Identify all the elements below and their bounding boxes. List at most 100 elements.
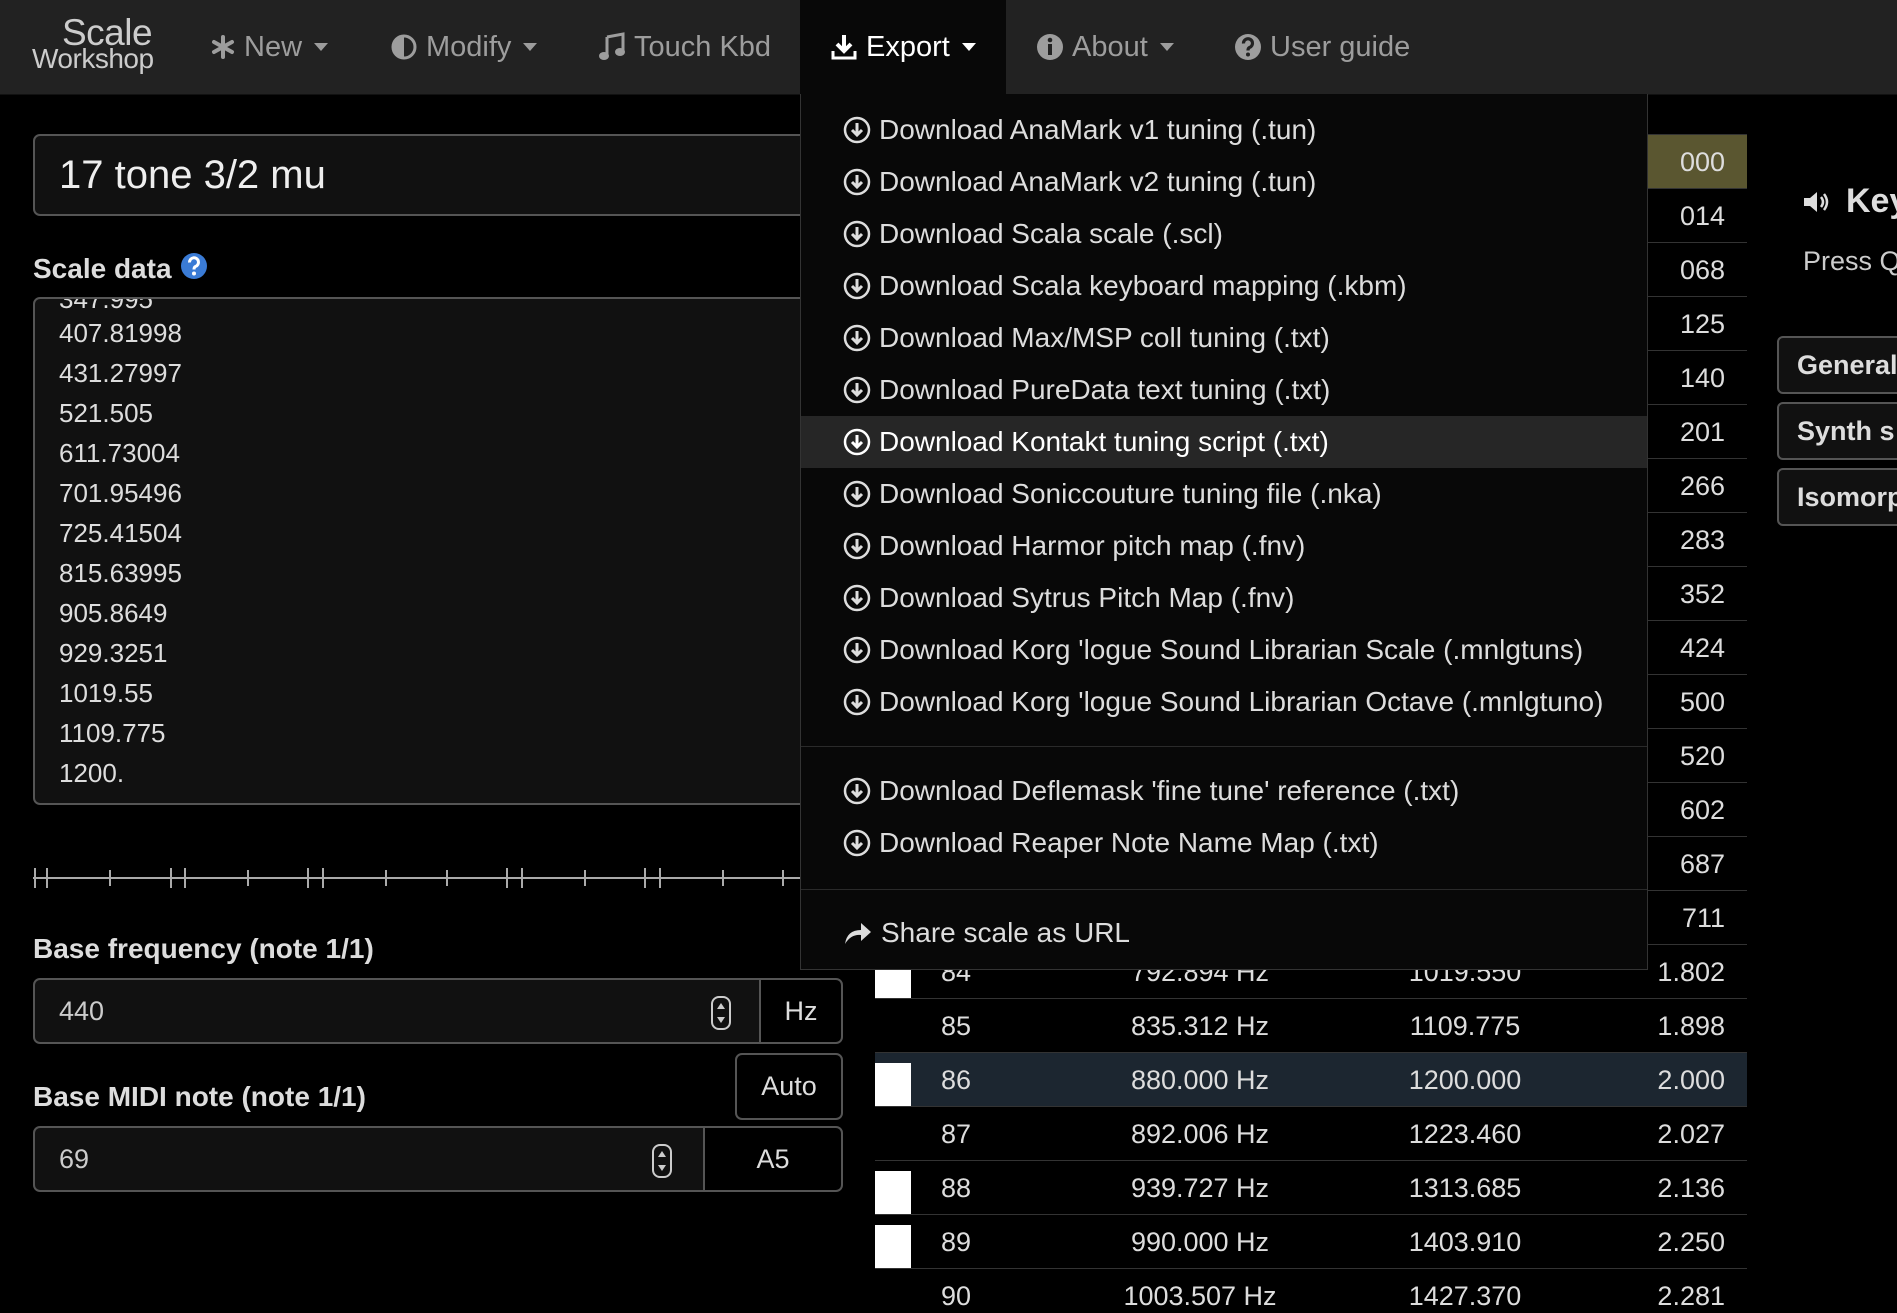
caret-down-icon <box>961 43 976 51</box>
menu-item-label: Download Sytrus Pitch Map (.fnv) <box>879 582 1295 613</box>
adjust-icon <box>391 34 417 60</box>
piano-key-black[interactable] <box>875 1279 911 1313</box>
freq-cell: 1003.507 Hz <box>1123 1281 1277 1311</box>
scale-name-input[interactable] <box>33 134 853 216</box>
download-circle-icon <box>843 688 871 716</box>
volume-icon <box>1804 191 1829 212</box>
menu-item-reaper[interactable]: Download Reaper Note Name Map (.txt) <box>801 817 1647 869</box>
piano-key-black[interactable] <box>875 1117 911 1161</box>
freq-cell: 990.000 Hz <box>1130 1227 1270 1257</box>
frequency-unit: Hz <box>759 978 843 1044</box>
nav-touch-kbd[interactable]: Touch Kbd <box>598 0 771 94</box>
note-cell: 86 <box>941 1065 972 1095</box>
scale-data-line: 407.81998 <box>59 318 182 348</box>
menu-item-soniccouture[interactable]: Download Soniccouture tuning file (.nka) <box>801 468 1647 520</box>
menu-item-anamark-v2[interactable]: Download AnaMark v2 tuning (.tun) <box>801 156 1647 208</box>
menu-item-label: Download Reaper Note Name Map (.txt) <box>879 827 1379 858</box>
piano-key-white[interactable] <box>875 1171 911 1215</box>
download-icon <box>831 35 857 60</box>
download-circle-icon <box>843 532 871 560</box>
cents-cell: 1313.685 <box>1408 1173 1522 1203</box>
menu-item-kontakt[interactable]: Download Kontakt tuning script (.txt) <box>801 416 1647 468</box>
menu-item-anamark-v1[interactable]: Download AnaMark v1 tuning (.tun) <box>801 104 1647 156</box>
menu-divider <box>801 746 1647 747</box>
menu-item-deflemask[interactable]: Download Deflemask 'fine tune' reference… <box>801 765 1647 817</box>
scale-data-line: 431.27997 <box>59 358 182 388</box>
scale-data-line: 1019.55 <box>59 678 153 708</box>
download-circle-icon <box>843 376 871 404</box>
download-circle-icon <box>843 324 871 352</box>
export-dropdown-menu: Download AnaMark v1 tuning (.tun) Downlo… <box>800 94 1648 970</box>
scale-data-line: 815.63995 <box>59 558 182 588</box>
menu-item-share-url[interactable]: Share scale as URL <box>801 907 1647 959</box>
caret-down-icon <box>314 43 329 51</box>
nav-about[interactable]: About <box>1036 0 1174 94</box>
tab-synth-settings[interactable]: Synth s <box>1777 402 1897 460</box>
nav-about-label: About <box>1072 30 1148 63</box>
piano-key-white[interactable] <box>875 1225 911 1269</box>
menu-item-harmor[interactable]: Download Harmor pitch map (.fnv) <box>801 520 1647 572</box>
cents-cell: 1427.370 <box>1408 1281 1522 1311</box>
menu-item-scala-kbm[interactable]: Download Scala keyboard mapping (.kbm) <box>801 260 1647 312</box>
freq-cell: 835.312 Hz <box>1130 1011 1270 1041</box>
caret-down-icon <box>1159 43 1174 51</box>
base-frequency-label: Base frequency (note 1/1) <box>33 933 374 964</box>
question-circle-icon <box>1235 34 1261 60</box>
menu-item-label: Download Korg 'logue Sound Librarian Oct… <box>879 686 1604 717</box>
menu-item-label: Download Deflemask 'fine tune' reference… <box>879 775 1460 806</box>
menu-item-korg-octave[interactable]: Download Korg 'logue Sound Librarian Oct… <box>801 676 1647 728</box>
table-row-base-note: 86 880.000 Hz 1200.000 2.000 <box>875 1052 1747 1107</box>
download-circle-icon <box>843 168 871 196</box>
note-cell: 88 <box>941 1173 972 1203</box>
download-circle-icon <box>843 116 871 144</box>
nav-export-label: Export <box>866 30 950 63</box>
scale-data-textarea[interactable]: 347.995 407.81998 431.27997 521.505 611.… <box>33 297 853 805</box>
music-note-icon <box>599 32 625 60</box>
menu-item-label: Download Scala keyboard mapping (.kbm) <box>879 270 1407 301</box>
menu-item-maxmsp[interactable]: Download Max/MSP coll tuning (.txt) <box>801 312 1647 364</box>
scale-tick-visualizer <box>33 868 813 888</box>
nav-new[interactable]: New <box>210 0 329 94</box>
ratio-cell: 2.250 <box>1657 1227 1725 1257</box>
scale-data-label: Scale data <box>33 253 172 284</box>
number-spinner-icon[interactable] <box>652 1144 672 1178</box>
download-circle-icon <box>843 480 871 508</box>
number-spinner-icon[interactable] <box>711 996 731 1030</box>
scale-data-line: 725.41504 <box>59 518 182 548</box>
menu-item-puredata[interactable]: Download PureData text tuning (.txt) <box>801 364 1647 416</box>
table-row: 90 1003.507 Hz 1427.370 2.281 <box>875 1268 1747 1313</box>
auto-button[interactable]: Auto <box>735 1053 843 1120</box>
menu-item-label: Download Harmor pitch map (.fnv) <box>879 530 1306 561</box>
piano-key-white[interactable] <box>875 1063 911 1107</box>
table-row: 89 990.000 Hz 1403.910 2.250 <box>875 1214 1747 1269</box>
menu-item-korg-scale[interactable]: Download Korg 'logue Sound Librarian Sca… <box>801 624 1647 676</box>
base-midi-input[interactable]: 69 <box>33 1126 705 1192</box>
freq-cell: 939.727 Hz <box>1130 1173 1270 1203</box>
menu-divider <box>801 889 1647 890</box>
caret-down-icon <box>523 43 538 51</box>
nav-modify[interactable]: Modify <box>390 0 538 94</box>
base-frequency-input[interactable]: 440 <box>33 978 761 1044</box>
keyboard-panel-title-text: Key <box>1846 182 1897 220</box>
base-midi-value: 69 <box>59 1144 90 1174</box>
help-icon[interactable] <box>180 252 208 280</box>
brand-logo[interactable]: Scale Workshop <box>32 14 154 74</box>
nav-user-guide-label: User guide <box>1270 30 1411 63</box>
nav-export[interactable]: Export <box>800 0 1006 94</box>
tab-general[interactable]: General <box>1777 336 1897 394</box>
menu-item-label: Download Korg 'logue Sound Librarian Sca… <box>879 634 1584 665</box>
tab-isomorphic[interactable]: Isomorp <box>1777 468 1897 526</box>
menu-item-sytrus[interactable]: Download Sytrus Pitch Map (.fnv) <box>801 572 1647 624</box>
menu-item-label: Download Max/MSP coll tuning (.txt) <box>879 322 1330 353</box>
menu-item-scala-scl[interactable]: Download Scala scale (.scl) <box>801 208 1647 260</box>
nav-user-guide[interactable]: User guide <box>1234 0 1410 94</box>
table-row: 87 892.006 Hz 1223.460 2.027 <box>875 1106 1747 1161</box>
midi-note-name: A5 <box>703 1126 843 1192</box>
cents-cell: 1200.000 <box>1408 1065 1522 1095</box>
piano-key-black[interactable] <box>875 1009 911 1053</box>
scale-data-line: 1109.775 <box>59 718 166 748</box>
menu-item-label: Download Scala scale (.scl) <box>879 218 1223 249</box>
table-row: 85 835.312 Hz 1109.775 1.898 <box>875 998 1747 1053</box>
note-cell: 87 <box>941 1119 972 1149</box>
virtual-keyboard-panel: Key Press Q General Synth s Isomorp <box>1770 160 1897 560</box>
